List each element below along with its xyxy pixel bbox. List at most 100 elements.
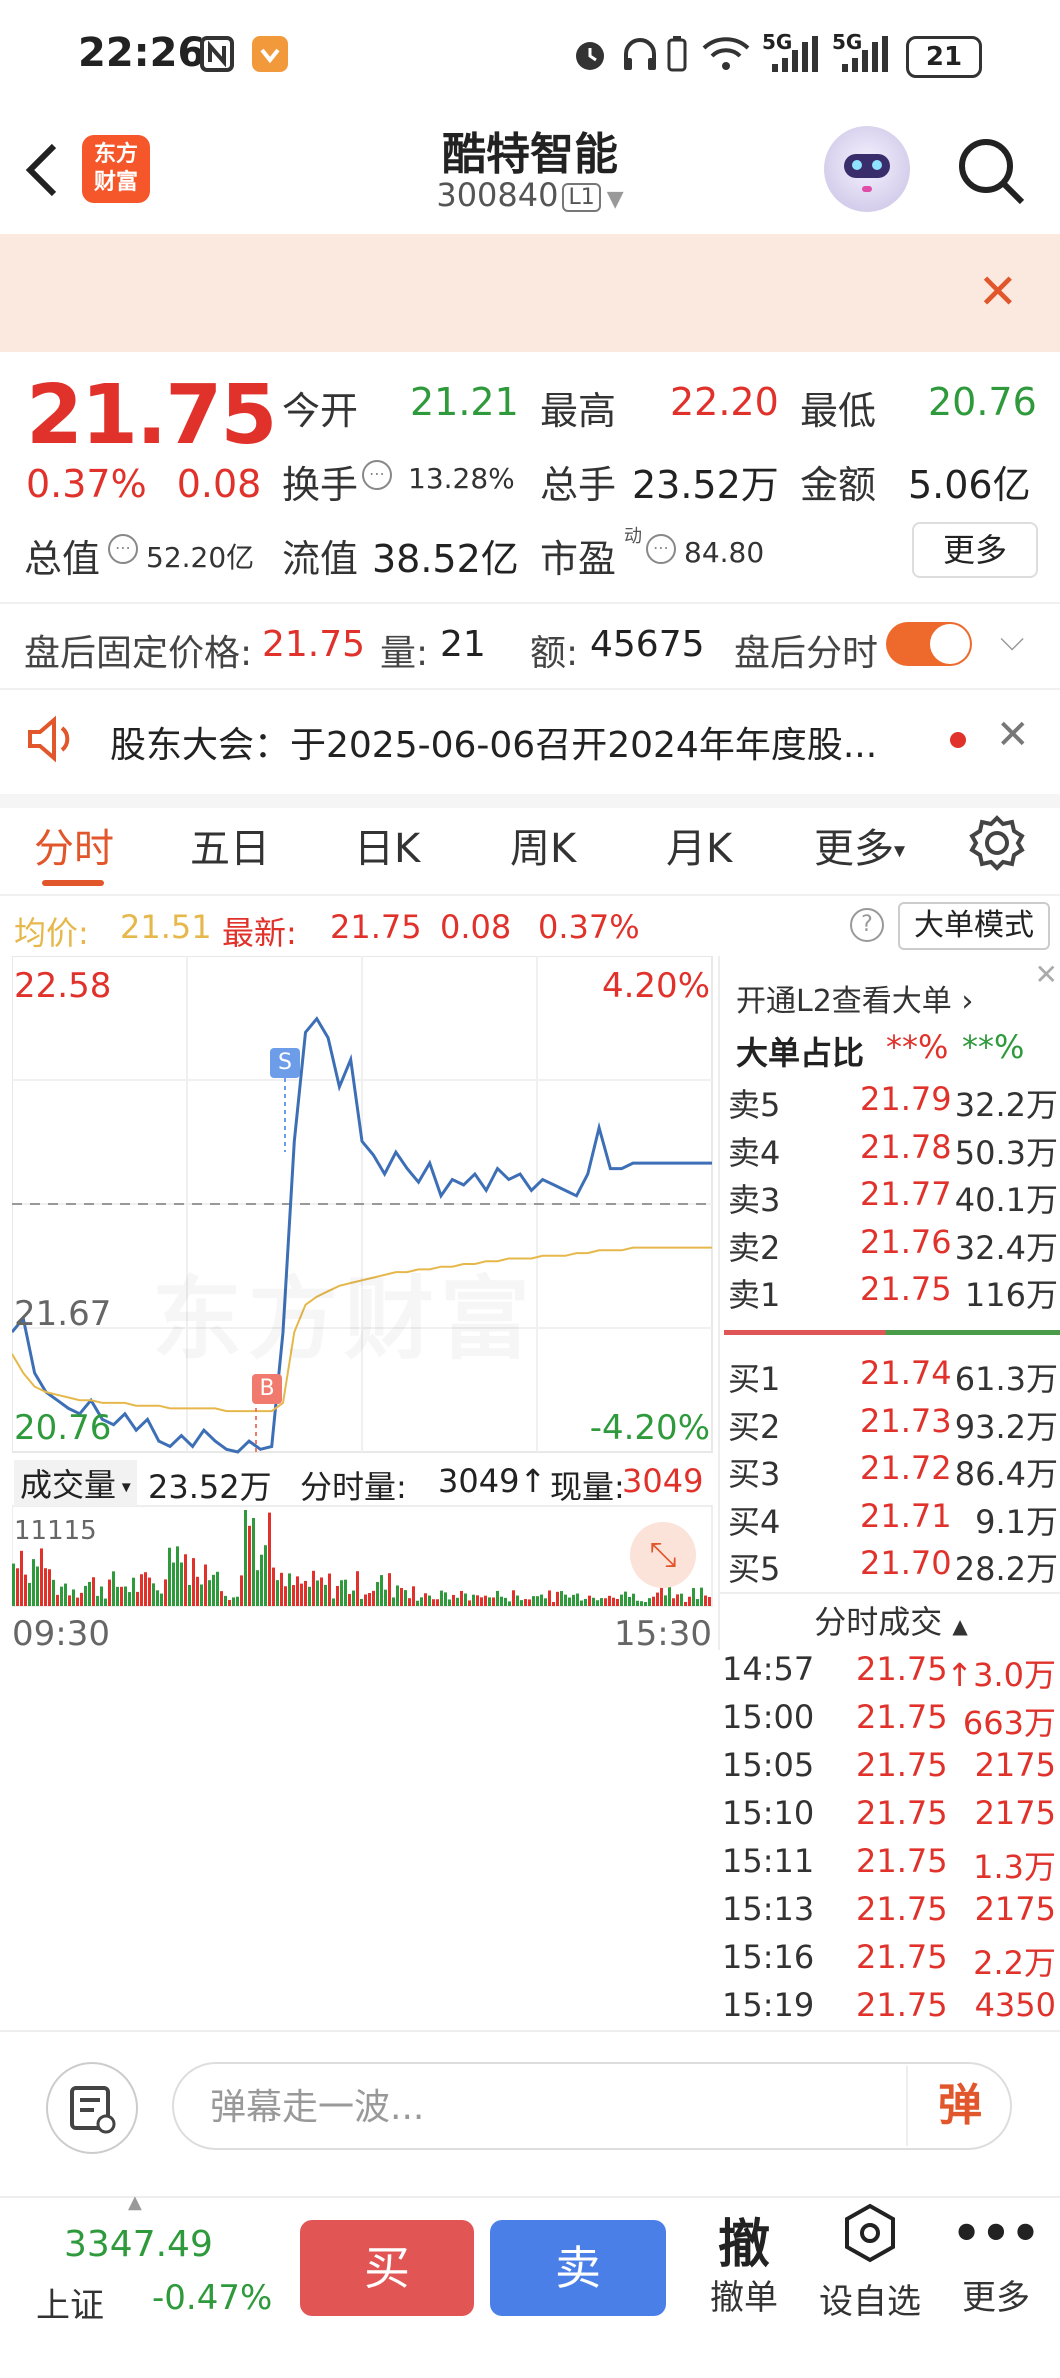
info-icon[interactable]: ⋯ (108, 534, 138, 564)
volume-bar (704, 1595, 707, 1606)
bid-row[interactable]: 买5 21.70 28.2万 (724, 1544, 1060, 1592)
volume-bar (496, 1590, 499, 1606)
ask-row[interactable]: 卖5 21.79 32.2万 (724, 1080, 1060, 1128)
index-change[interactable]: -0.47% (152, 2278, 272, 2318)
more-button[interactable]: 更多 (912, 522, 1038, 578)
tab-more[interactable]: 更多▾ (814, 816, 905, 874)
ask-row[interactable]: 卖2 21.76 32.4万 (724, 1223, 1060, 1271)
volume-bar (268, 1512, 271, 1606)
trade-price: 21.75 (856, 1746, 948, 1784)
tab-monthly-k[interactable]: 月K (666, 816, 732, 874)
timeshare-chart[interactable]: 22.58 4.20% 21.67 20.76 -4.20% B S 东方财富 … (12, 956, 714, 1672)
volume-bar (400, 1587, 403, 1606)
latest-label: 最新: (222, 914, 297, 952)
caret-down-icon: ▾ (894, 838, 906, 864)
index-name[interactable]: 上证 (36, 2278, 104, 2327)
trade-price: 21.75 (856, 1650, 948, 1688)
danmaku-settings-icon[interactable] (46, 2062, 138, 2154)
bid-label: 买3 (728, 1455, 781, 1494)
ask-row[interactable]: 卖4 21.78 50.3万 (724, 1128, 1060, 1176)
tab-timeshare[interactable]: 分时 (34, 816, 114, 874)
trade-time: 15:00 (722, 1698, 815, 1736)
bid-label: 买1 (728, 1360, 781, 1398)
info-icon[interactable]: ⋯ (646, 534, 676, 564)
close-icon[interactable]: ✕ (1035, 958, 1058, 991)
change-amount: 0.08 (176, 462, 262, 506)
bid-row[interactable]: 买1 21.74 61.3万 (724, 1354, 1060, 1402)
bid-label: 买2 (728, 1407, 781, 1446)
info-icon[interactable]: ⋯ (362, 460, 392, 490)
danmaku-send-button[interactable]: 弹 (906, 2066, 1012, 2146)
volume-bar (284, 1586, 287, 1606)
volume-bar (624, 1591, 627, 1606)
buy-marker[interactable]: B (252, 1374, 282, 1404)
add-watchlist-button[interactable]: 设自选 (810, 2202, 930, 2323)
stock-code: 300840 (436, 176, 559, 214)
low-value: 20.76 (928, 380, 1037, 424)
tab-weekly-k[interactable]: 周K (510, 816, 576, 874)
promo-banner[interactable]: ✕ (0, 234, 1060, 352)
sell-button[interactable]: 卖 (490, 2220, 666, 2316)
bid-row[interactable]: 买4 21.71 9.1万 (724, 1497, 1060, 1545)
volume-bar (64, 1583, 67, 1606)
trade-volume: 2175 (974, 1890, 1056, 1928)
volume-bar (132, 1577, 135, 1606)
ask-label: 卖5 (728, 1086, 781, 1124)
after-hours-amount-label: 额: (530, 633, 579, 674)
watermark-text: 东方财富 (152, 1246, 536, 1376)
more-menu-button[interactable]: ••• 更多 (936, 2202, 1056, 2319)
volume-bar (588, 1595, 591, 1606)
high-label: 最高 (540, 389, 617, 433)
y-axis-ref: 21.67 (14, 1294, 112, 1334)
l2-promo[interactable]: 开通L2查看大单 › (736, 976, 973, 1020)
volume-bar (68, 1595, 71, 1606)
avg-label: 均价: (14, 914, 89, 952)
fullscreen-icon[interactable]: ⤡ (630, 1522, 696, 1588)
after-hours-toggle[interactable] (886, 622, 972, 666)
trades-header[interactable]: 分时成交 ▲ (718, 1592, 1060, 1650)
bid-row[interactable]: 买3 21.72 86.4万 (724, 1449, 1060, 1497)
tab-five-day[interactable]: 五日 (190, 816, 270, 874)
close-icon[interactable]: ✕ (978, 264, 1018, 320)
ask-price: 21.78 (860, 1127, 952, 1166)
bid-row[interactable]: 买2 21.73 93.2万 (724, 1402, 1060, 1450)
bid-volume: 86.4万 (954, 1455, 1058, 1494)
ask-row[interactable]: 卖1 21.75 116万 (724, 1270, 1060, 1318)
danmaku-input[interactable]: 弹幕走一波... (172, 2062, 1012, 2150)
index-value[interactable]: 3347.49 (64, 2224, 213, 2265)
ask-volume: 116万 (964, 1276, 1058, 1315)
battery-small-icon (667, 36, 687, 72)
cancel-order-label: 撤单 (710, 2278, 778, 2318)
add-watchlist-label: 设自选 (819, 2282, 921, 2322)
ask-volume: 40.1万 (954, 1181, 1058, 1220)
volume-bar (536, 1596, 539, 1606)
volume-bar (456, 1597, 459, 1606)
volume-bar (572, 1594, 575, 1606)
close-icon[interactable]: ✕ (996, 712, 1030, 758)
trade-volume: 2175 (974, 1746, 1056, 1784)
volume-selector[interactable]: 成交量 ▾ (14, 1460, 137, 1506)
search-icon[interactable] (952, 132, 1028, 208)
volume-bar (192, 1558, 195, 1606)
robot-assistant-icon[interactable] (824, 126, 910, 212)
ask-row[interactable]: 卖3 21.77 40.1万 (724, 1175, 1060, 1223)
volume-bar (152, 1583, 155, 1606)
volume-bar (136, 1591, 139, 1606)
headphones-icon (624, 38, 656, 70)
chevron-down-icon[interactable]: ⌵ (1000, 620, 1024, 659)
help-icon[interactable]: ? (850, 908, 884, 942)
volume-bar (44, 1568, 47, 1606)
volume-bar (164, 1579, 167, 1606)
buy-button[interactable]: 买 (300, 2220, 474, 2316)
announcement-bar[interactable]: 股东大会：于2025-06-06召开2024年年度股... ✕ (0, 688, 1060, 808)
big-order-mode-button[interactable]: 大单模式 (898, 902, 1050, 950)
volume-bar (224, 1595, 227, 1606)
volume-bar (424, 1593, 427, 1606)
tab-daily-k[interactable]: 日K (354, 816, 420, 874)
cancel-order-button[interactable]: 撤 撤单 (684, 2202, 804, 2319)
settings-gear-icon[interactable] (968, 814, 1026, 872)
tab-more-label: 更多 (814, 826, 894, 872)
bid-label: 买5 (728, 1550, 781, 1589)
volume-bar (392, 1597, 395, 1606)
sell-marker[interactable]: S (270, 1048, 300, 1078)
